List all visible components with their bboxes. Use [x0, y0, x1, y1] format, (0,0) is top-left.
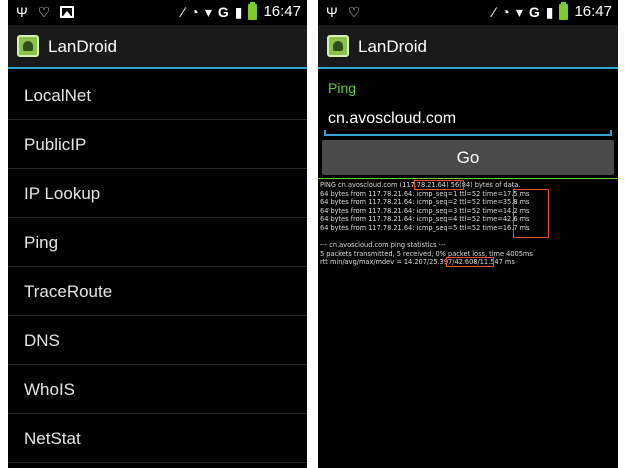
- highlight-ip-box: [414, 180, 464, 190]
- usb-icon: Ψ: [16, 4, 28, 20]
- wifi-icon: ◔: [501, 4, 510, 20]
- signal-bars-icon: ▮: [545, 4, 554, 20]
- shield-icon: ♡: [37, 4, 51, 20]
- go-button[interactable]: Go: [322, 140, 614, 175]
- network-type: G: [528, 4, 540, 20]
- menu-item-dns[interactable]: DNS: [8, 316, 307, 365]
- signal-off-icon: ▾: [204, 4, 212, 20]
- status-bar: Ψ ♡ ⁄ ◔ ▾ G ▮ 16:47: [8, 0, 307, 25]
- highlight-loss-box: [446, 257, 494, 267]
- signal-off-icon: ▾: [515, 4, 523, 20]
- output-line: 64 bytes from 117.78.21.64: icmp_seq=3 t…: [320, 206, 530, 215]
- output-header: PING cn.avoscloud.com (117.78.21.64) 56(…: [320, 181, 521, 189]
- usb-icon: Ψ: [326, 4, 338, 20]
- menu-item-localnet[interactable]: LocalNet: [8, 71, 307, 120]
- stats-header: --- cn.avoscloud.com ping statistics ---: [320, 241, 446, 250]
- vibrate-icon: ⁄: [493, 4, 496, 20]
- clock: 16:47: [574, 3, 612, 20]
- output-line: 64 bytes from 117.78.21.64: icmp_seq=5 t…: [320, 223, 530, 232]
- highlight-times-box: [513, 189, 549, 238]
- network-type: G: [217, 4, 229, 20]
- output-line: 64 bytes from 117.78.21.64: icmp_seq=1 t…: [320, 189, 530, 198]
- ping-output: PING cn.avoscloud.com (117.78.21.64) 56(…: [320, 181, 616, 267]
- ping-section-label: Ping: [328, 80, 357, 96]
- menu-item-netstat[interactable]: NetStat: [8, 414, 307, 463]
- phone-screen-ping: Ψ ♡ ⁄ ◔ ▾ G ▮ 16:47 LanDroid Ping cn.avo…: [318, 0, 618, 468]
- phone-screen-menu: Ψ ♡ ⁄ ◔ ▾ G ▮ 16:47 LanDroid LocalNet Pu…: [8, 0, 307, 468]
- menu-item-whois[interactable]: WhoIS: [8, 365, 307, 414]
- action-bar: LanDroid: [318, 25, 618, 69]
- menu-item-ping[interactable]: Ping: [8, 218, 307, 267]
- app-title: LanDroid: [358, 37, 427, 56]
- image-icon: [60, 6, 75, 18]
- output-line: 64 bytes from 117.78.21.64: icmp_seq=2 t…: [320, 198, 530, 207]
- status-bar: Ψ ♡ ⁄ ◔ ▾ G ▮ 16:47: [318, 0, 618, 25]
- divider: [318, 178, 618, 179]
- app-logo-icon[interactable]: [17, 35, 39, 57]
- battery-icon: [559, 2, 569, 20]
- vibrate-icon: ⁄: [182, 4, 185, 20]
- host-input[interactable]: cn.avoscloud.com: [324, 110, 612, 136]
- main-menu: LocalNet PublicIP IP Lookup Ping TraceRo…: [8, 71, 307, 463]
- battery-icon: [248, 2, 258, 20]
- action-bar: LanDroid: [8, 25, 307, 69]
- wifi-icon: ◔: [190, 4, 199, 20]
- app-title: LanDroid: [48, 37, 117, 56]
- output-line: 64 bytes from 117.78.21.64: icmp_seq=4 t…: [320, 215, 530, 224]
- menu-item-traceroute[interactable]: TraceRoute: [8, 267, 307, 316]
- menu-item-publicip[interactable]: PublicIP: [8, 120, 307, 169]
- app-logo-icon[interactable]: [327, 35, 349, 57]
- shield-icon: ♡: [347, 4, 361, 20]
- menu-item-ip-lookup[interactable]: IP Lookup: [8, 169, 307, 218]
- clock: 16:47: [263, 3, 301, 20]
- signal-bars-icon: ▮: [234, 4, 243, 20]
